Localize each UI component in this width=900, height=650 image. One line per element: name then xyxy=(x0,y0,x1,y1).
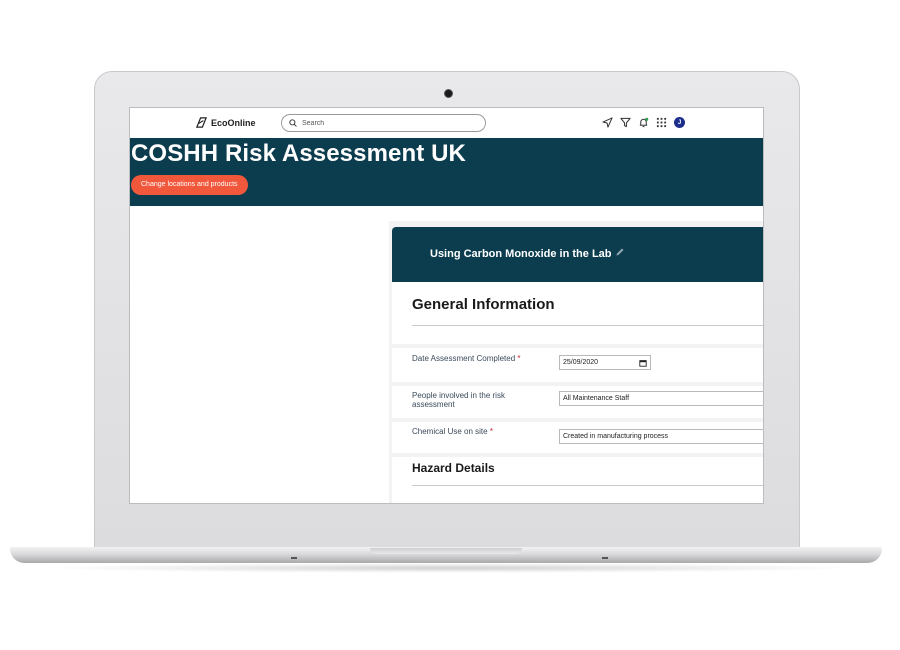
divider xyxy=(412,485,763,486)
search-icon xyxy=(289,119,297,127)
search-box[interactable] xyxy=(281,114,486,132)
assessment-header: Using Carbon Monoxide in the Lab xyxy=(392,227,763,282)
brand-logo[interactable]: EcoOnline xyxy=(195,116,256,129)
laptop-shadow xyxy=(40,563,860,573)
section-separator xyxy=(392,344,763,348)
send-icon[interactable] xyxy=(602,117,613,128)
section-separator xyxy=(392,453,763,457)
assessment-name: Using Carbon Monoxide in the Lab xyxy=(430,248,612,260)
apps-grid-icon[interactable] xyxy=(656,117,667,128)
change-locations-button[interactable]: Change locations and products xyxy=(131,175,248,195)
camera-icon xyxy=(444,89,453,98)
date-value: 25/09/2020 xyxy=(563,359,599,366)
laptop-screen: EcoOnline Search J COSHH Risk Assessment… xyxy=(129,107,764,504)
section-separator xyxy=(392,418,763,422)
chemical-use-field[interactable]: Created in manufacturing process xyxy=(559,429,763,444)
calendar-icon[interactable] xyxy=(639,359,647,367)
chemical-use-label: Chemical Use on site * xyxy=(412,427,493,436)
ecoonline-logo-icon xyxy=(195,117,208,128)
laptop-notch xyxy=(370,548,522,554)
date-completed-label: Date Assessment Completed * xyxy=(412,354,521,363)
required-marker: * xyxy=(489,427,493,436)
avatar[interactable]: J xyxy=(674,117,685,128)
top-navigation-bar: EcoOnline Search J xyxy=(130,108,763,138)
date-completed-field[interactable]: 25/09/2020 xyxy=(559,355,651,370)
brand-name: EcoOnline xyxy=(211,117,256,128)
page-header-banner: COSHH Risk Assessment UK Change location… xyxy=(130,138,763,206)
people-involved-field[interactable]: All Maintenance Staff xyxy=(559,391,763,406)
toolbar-icons: J xyxy=(602,117,685,128)
laptop-foot xyxy=(291,557,297,559)
required-marker: * xyxy=(517,354,521,363)
section-separator xyxy=(392,382,763,386)
filter-icon[interactable] xyxy=(620,117,631,128)
people-involved-label: People involved in the risk assessment xyxy=(412,391,505,409)
assessment-form: General Information Date Assessment Comp… xyxy=(392,282,763,503)
pencil-icon[interactable] xyxy=(615,247,625,257)
search-input[interactable] xyxy=(302,119,472,127)
divider xyxy=(412,325,763,326)
laptop-foot xyxy=(602,557,608,559)
page-title: COSHH Risk Assessment UK xyxy=(131,140,466,167)
bell-icon[interactable] xyxy=(638,117,649,128)
hazard-details-heading: Hazard Details xyxy=(412,461,495,475)
general-information-heading: General Information xyxy=(412,296,555,313)
